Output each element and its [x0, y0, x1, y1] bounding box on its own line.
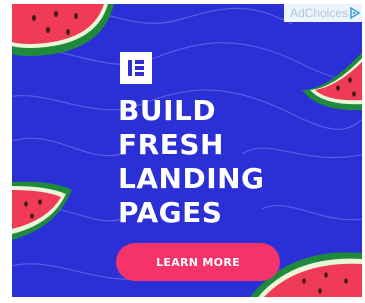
banner-ad[interactable]: BUILD FRESH LANDING PAGES LEARN MORE AdC…: [12, 4, 362, 297]
headline-line: PAGES: [118, 196, 223, 229]
watermelon-slice-left: [12, 181, 72, 240]
headline-line: BUILD: [118, 94, 217, 127]
learn-more-button[interactable]: LEARN MORE: [116, 243, 280, 281]
adchoices-label: AdChoices: [289, 6, 348, 20]
elementor-logo-icon: [120, 52, 152, 84]
watermelon-slice-top-left: [12, 4, 114, 56]
headline-line: FRESH: [118, 128, 224, 161]
headline-line: LANDING: [118, 162, 265, 195]
headline: BUILD FRESH LANDING PAGES: [118, 94, 265, 230]
adchoices-badge[interactable]: AdChoices: [283, 4, 362, 22]
adchoices-triangle-icon: [350, 7, 360, 19]
watermelon-slice-right: [302, 52, 362, 111]
